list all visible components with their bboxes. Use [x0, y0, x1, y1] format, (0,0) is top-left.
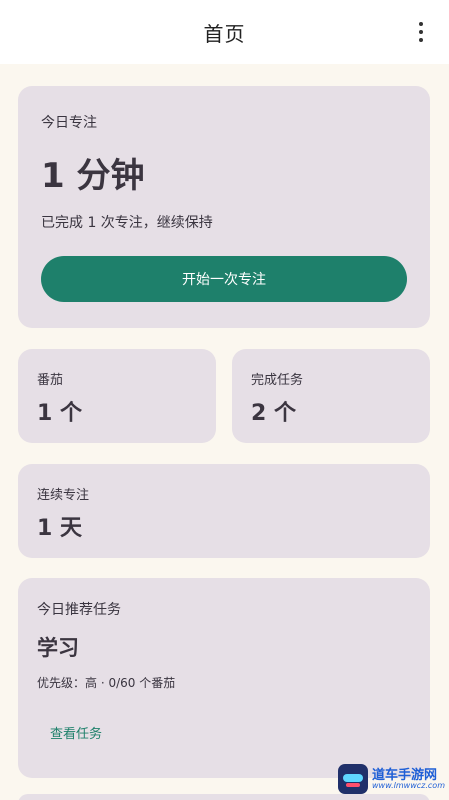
page-title: 首页 — [203, 21, 246, 46]
watermark-name: 道车手游网 — [372, 767, 438, 783]
today-focus-subtitle: 已完成 1 次专注，继续保持 — [41, 215, 213, 231]
tasks-done-label: 完成任务 — [251, 373, 304, 388]
focus-streak-label: 连续专注 — [37, 488, 90, 503]
view-task-button[interactable]: 查看任务 — [50, 723, 102, 742]
tomato-count-value: 1 个 — [37, 401, 82, 426]
today-focus-value: 1 分钟 — [41, 156, 145, 196]
watermark-url: www.lmwwcz.com — [372, 780, 445, 790]
start-focus-button[interactable]: 开始一次专注 — [41, 256, 407, 302]
recommended-task-label: 今日推荐任务 — [37, 602, 121, 618]
tomato-count-card[interactable]: 番茄 1 个 — [18, 349, 216, 443]
app-bar: 首页 — [0, 0, 449, 64]
tomato-count-label: 番茄 — [37, 373, 64, 388]
tasks-done-card[interactable]: 完成任务 2 个 — [232, 349, 430, 443]
tasks-done-value: 2 个 — [251, 401, 296, 426]
recommended-task-name: 学习 — [37, 636, 79, 660]
watermark-icon — [338, 764, 368, 794]
watermark-logo: 道车手游网 www.lmwwcz.com — [338, 762, 445, 796]
recommended-task-meta: 优先级：高 · 0/60 个番茄 — [37, 676, 176, 690]
focus-streak-value: 1 天 — [37, 516, 82, 541]
recommended-task-card: 今日推荐任务 学习 优先级：高 · 0/60 个番茄 查看任务 — [18, 578, 430, 778]
more-vert-icon[interactable] — [415, 20, 427, 44]
today-focus-card: 今日专注 1 分钟 已完成 1 次专注，继续保持 开始一次专注 — [18, 86, 430, 328]
focus-streak-card[interactable]: 连续专注 1 天 — [18, 464, 430, 558]
today-focus-label: 今日专注 — [41, 115, 97, 131]
